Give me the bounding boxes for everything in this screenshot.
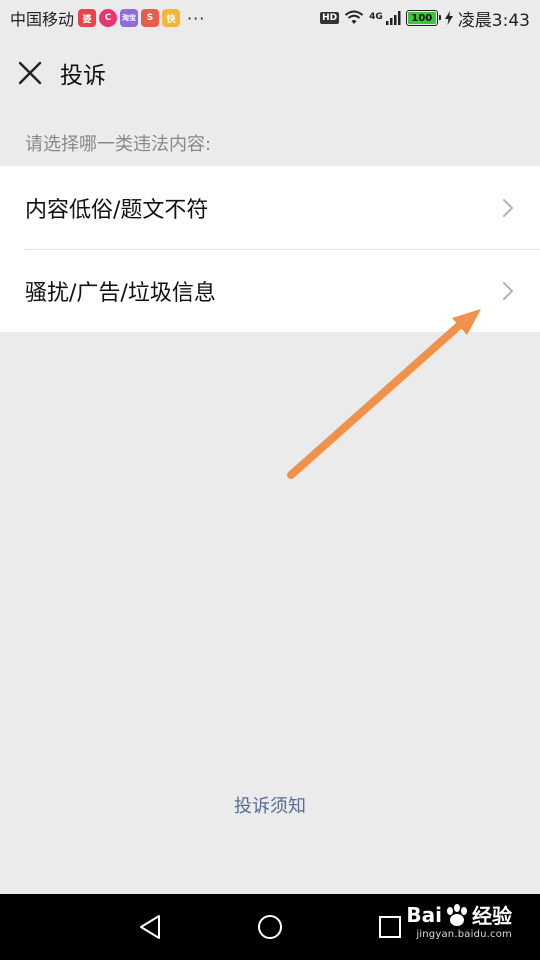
recent-square-icon bbox=[379, 916, 401, 938]
header: 投诉 bbox=[0, 36, 540, 110]
wifi-icon bbox=[345, 10, 364, 24]
yellow-app-icon: 快 bbox=[162, 9, 181, 27]
signal-icon bbox=[385, 11, 401, 25]
heart-app-icon: 婆 bbox=[78, 9, 97, 27]
close-button[interactable] bbox=[0, 36, 60, 110]
close-icon bbox=[18, 61, 42, 85]
back-button[interactable] bbox=[110, 894, 190, 960]
hd-icon: HD bbox=[320, 12, 340, 24]
home-circle-icon bbox=[258, 915, 282, 939]
option-label: 内容低俗/题文不符 bbox=[25, 197, 209, 223]
network-type: 4G bbox=[369, 11, 383, 22]
more-notifications-icon: ··· bbox=[187, 8, 206, 28]
circle-app-icon: C bbox=[99, 9, 118, 27]
chevron-right-icon bbox=[503, 198, 514, 217]
home-button[interactable] bbox=[230, 894, 310, 960]
baidu-watermark: Bai 经验 jingyan.baidu.com bbox=[406, 900, 512, 941]
screen: 中国移动 婆 C 淘宝 S 快 ··· HD 4G 100 凌晨3:43 投诉 … bbox=[0, 0, 540, 960]
watermark-url: jingyan.baidu.com bbox=[416, 929, 512, 940]
carrier-label: 中国移动 bbox=[10, 10, 75, 29]
option-vulgar-content[interactable]: 内容低俗/题文不符 bbox=[0, 166, 540, 249]
status-bar: 中国移动 婆 C 淘宝 S 快 ··· HD 4G 100 凌晨3:43 bbox=[0, 0, 540, 36]
option-label: 骚扰/广告/垃圾信息 bbox=[25, 280, 216, 306]
nav-bar: Bai 经验 jingyan.baidu.com bbox=[0, 894, 540, 960]
battery-icon: 100 bbox=[405, 10, 441, 26]
clock: 凌晨3:43 bbox=[457, 10, 530, 31]
section-label: 请选择哪一类违法内容: bbox=[25, 134, 212, 155]
battery-level: 100 bbox=[411, 12, 433, 24]
taobao-app-icon: 淘宝 bbox=[120, 9, 139, 27]
chevron-right-icon bbox=[503, 281, 514, 300]
page-title: 投诉 bbox=[60, 63, 106, 89]
status-right: HD 4G 100 凌晨3:43 bbox=[320, 6, 530, 31]
option-harassment-spam[interactable]: 骚扰/广告/垃圾信息 bbox=[0, 249, 540, 332]
complaint-notice-link[interactable]: 投诉须知 bbox=[0, 792, 540, 818]
watermark-brand: Bai 经验 bbox=[406, 902, 512, 929]
s-app-icon: S bbox=[141, 9, 160, 27]
complaint-type-list: 内容低俗/题文不符 骚扰/广告/垃圾信息 bbox=[0, 166, 540, 332]
charging-icon bbox=[444, 11, 453, 25]
back-triangle-icon bbox=[140, 915, 160, 939]
paw-icon bbox=[447, 903, 467, 926]
